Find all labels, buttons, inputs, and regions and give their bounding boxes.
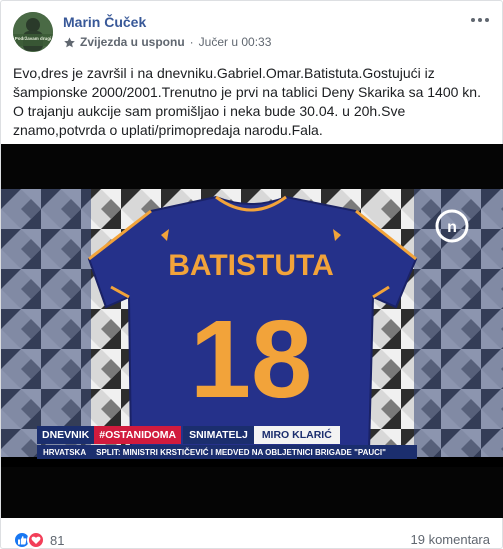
- jersey-name: BATISTUTA: [168, 249, 334, 282]
- jersey-number: 18: [190, 298, 312, 421]
- post-video[interactable]: BATISTUTA 18 n DNEVNIK #OSTANIDOMA SNIMA…: [1, 144, 503, 518]
- meta-separator: ·: [189, 35, 194, 49]
- author-name[interactable]: Marin Čuček: [63, 14, 146, 30]
- letterbox-bottom: [1, 467, 503, 518]
- group-star-icon: [64, 37, 75, 47]
- channel-logo: n: [447, 219, 457, 236]
- letterbox-top: [1, 144, 503, 189]
- video-frame: BATISTUTA 18 n: [1, 189, 503, 457]
- post-time[interactable]: Jučer u 00:33: [199, 35, 272, 49]
- avatar-image: [13, 12, 53, 52]
- reactions-summary[interactable]: 81: [13, 531, 64, 549]
- comments-count[interactable]: 19 komentara: [411, 532, 491, 547]
- lower-third: DNEVNIK #OSTANIDOMA SNIMATELJ MIRO KLARI…: [37, 426, 340, 444]
- lower-third-role: SNIMATELJ: [183, 426, 254, 444]
- more-options-icon[interactable]: [470, 14, 490, 24]
- group-name[interactable]: Zvijezda u usponu: [80, 35, 185, 49]
- lower-third-person: MIRO KLARIĆ: [253, 426, 340, 444]
- post-text: Evo,dres je završil i na dnevniku.Gabrie…: [13, 65, 481, 138]
- avatar[interactable]: Podržavam drugi: [13, 12, 53, 52]
- news-ticker: HRVATSKA SPLIT: MINISTRI KRSTIČEVIĆ I ME…: [37, 445, 417, 459]
- post-card: Podržavam drugi Marin Čuček Zvijezda u u…: [0, 0, 503, 549]
- ticker-headline: SPLIT: MINISTRI KRSTIČEVIĆ I MEDVED NA O…: [96, 447, 386, 457]
- post-meta: Zvijezda u usponu · Jučer u 00:33: [63, 35, 271, 49]
- love-icon: [27, 531, 45, 549]
- reaction-count: 81: [50, 532, 65, 548]
- avatar-caption: Podržavam drugi: [14, 36, 52, 41]
- post-footer: 81 19 komentara: [13, 531, 490, 549]
- lower-third-hashtag: #OSTANIDOMA: [94, 426, 182, 444]
- lower-third-show: DNEVNIK: [37, 426, 95, 444]
- ticker-region: HRVATSKA: [43, 447, 87, 457]
